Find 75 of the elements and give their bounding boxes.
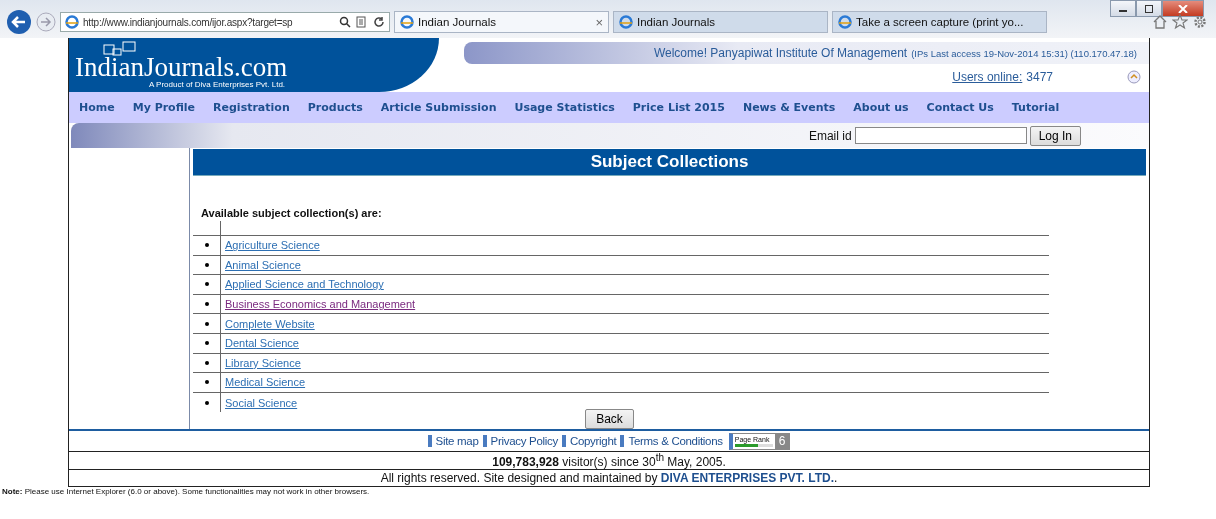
browser-note: Note: Please use Internet Explorer (6.0 or above). Some functionalities may not work in other browsers.: [1, 487, 371, 498]
company-link[interactable]: DIVA ENTERPRISES PVT. LTD.: [660, 471, 834, 486]
footer-link[interactable]: Site map: [427, 435, 479, 448]
email-field[interactable]: [854, 127, 1027, 144]
nav-link[interactable]: Article Submission: [380, 101, 497, 114]
star-icon[interactable]: [1172, 14, 1188, 30]
nav-link[interactable]: My Profile: [132, 101, 196, 114]
browser-tab[interactable]: Indian Journals ×: [394, 11, 609, 33]
logo-tagline: A Product of Diva Enterprises Pvt. Ltd.: [149, 80, 286, 89]
nav-link[interactable]: Tutorial: [1011, 101, 1060, 114]
email-label: Email id: [808, 128, 852, 143]
close-button[interactable]: [1162, 0, 1204, 17]
nav-link[interactable]: Usage Statistics: [514, 101, 615, 114]
close-tab-button[interactable]: ×: [595, 14, 603, 30]
refresh-icon[interactable]: [373, 16, 385, 28]
browser-logo-icon: [619, 15, 633, 29]
period-text: .: [834, 471, 838, 486]
footer-link[interactable]: Privacy Policy: [482, 435, 558, 448]
browser-tab[interactable]: Indian Journals: [613, 11, 828, 33]
subject-link[interactable]: Agriculture Science: [225, 239, 320, 252]
browser-tab[interactable]: Take a screen capture (print yo...: [832, 11, 1047, 33]
subject-link[interactable]: Library Science: [225, 356, 301, 369]
address-bar[interactable]: http://www.indianjournals.com/ijor.aspx?target=sp: [60, 12, 390, 32]
nav-link[interactable]: Registration: [213, 101, 290, 114]
subject-link[interactable]: Animal Science: [225, 258, 301, 271]
login-button[interactable]: Log In: [1029, 125, 1081, 146]
scroll-up-icon[interactable]: [1127, 70, 1141, 84]
bullet-icon: [204, 380, 209, 385]
subject-link[interactable]: Applied Science and Technology: [225, 278, 384, 291]
bullet-icon: [204, 341, 209, 346]
welcome-text: Welcome! Panyapiwat Institute Of Management: [653, 46, 908, 60]
subject-link[interactable]: Dental Science: [225, 337, 299, 350]
site-logo[interactable]: IndianJournals.com A Product of Diva Enterprises Pvt. Ltd.: [69, 38, 439, 92]
home-icon[interactable]: [1152, 14, 1168, 30]
users-online-count: 3477: [1026, 70, 1053, 84]
maximize-button[interactable]: [1136, 0, 1162, 17]
bullet-icon: [204, 321, 209, 326]
logo-text: IndianJournals.com: [75, 52, 288, 82]
footer-link[interactable]: Terms & Conditions: [620, 435, 723, 448]
forward-icon[interactable]: [36, 12, 56, 32]
last-access-text: (IPs Last access 19-Nov-2014 15:31) (110.170.47.18): [911, 47, 1137, 59]
url-text: http://www.indianjournals.com/ijor.aspx?target=sp: [83, 16, 294, 28]
bullet-icon: [204, 262, 209, 267]
browser-logo-icon: [65, 15, 79, 29]
subject-link[interactable]: Medical Science: [225, 376, 306, 389]
search-icon[interactable]: [339, 16, 351, 28]
subject-link[interactable]: Business Economics and Management: [225, 298, 416, 311]
squares-icon: [103, 41, 139, 57]
close-icon: [1178, 4, 1188, 13]
visitor-count-text: 109,783,928 visitor(s) since 30$^{th}$ May, 2005.: [492, 452, 726, 470]
browser-logo-icon: [838, 15, 852, 29]
browser-logo-icon: [400, 15, 414, 29]
nav-link[interactable]: Price List 2015: [632, 101, 725, 114]
bullet-icon: [204, 243, 209, 248]
nav-link[interactable]: Contact Us: [926, 101, 994, 114]
bullet-icon: [204, 400, 209, 405]
back-icon[interactable]: [6, 9, 32, 35]
settings-icon[interactable]: [1192, 14, 1208, 30]
rights-text: All rights reserved. Site designed and maintained by: [380, 471, 658, 486]
nav-link[interactable]: About us: [853, 101, 909, 114]
section-title: Subject Collections: [193, 149, 1146, 176]
subject-link[interactable]: Complete Website: [225, 317, 315, 330]
maximize-icon: [1144, 4, 1154, 13]
bullet-icon: [204, 282, 209, 287]
minimize-button[interactable]: [1110, 0, 1136, 17]
nav-link[interactable]: Home: [79, 101, 115, 114]
back-button[interactable]: Back: [585, 409, 634, 430]
intro-text: Available subject collection(s) are:: [201, 207, 383, 219]
bullet-icon: [204, 302, 209, 307]
users-online-link[interactable]: Users online:: [952, 70, 1023, 84]
nav-link[interactable]: Products: [307, 101, 363, 114]
footer-link[interactable]: Copyright: [561, 435, 617, 448]
bullet-icon: [204, 360, 209, 365]
subject-link[interactable]: Social Science: [225, 396, 298, 409]
nav-link[interactable]: News & Events: [742, 101, 836, 114]
